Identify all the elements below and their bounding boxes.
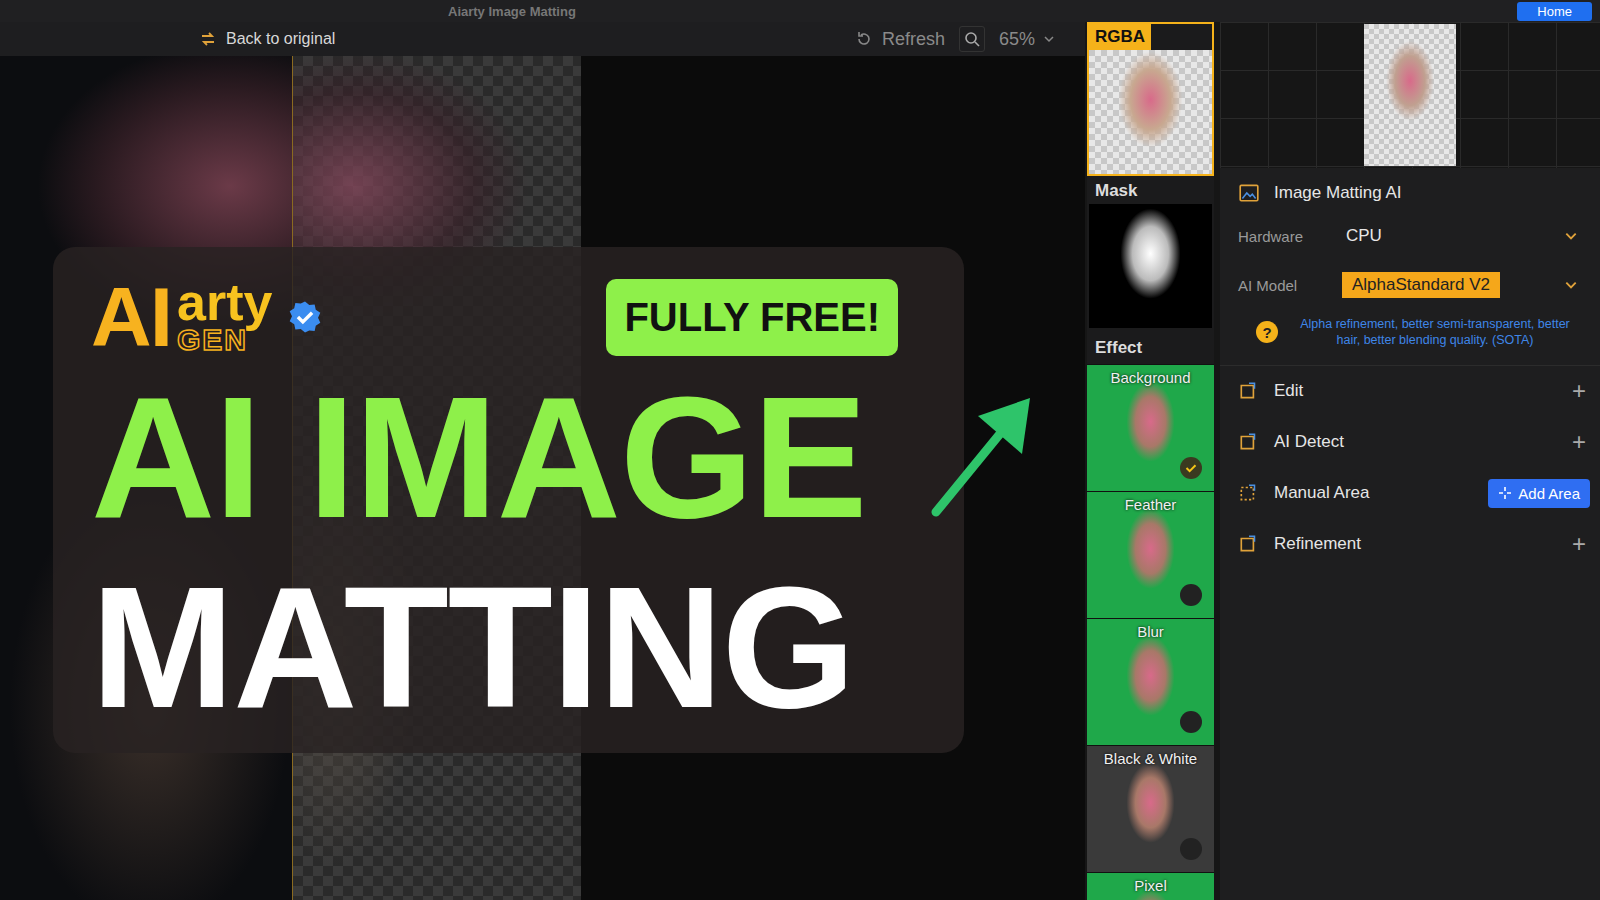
preview-image	[1364, 24, 1456, 166]
effect-item[interactable]: Black & White	[1087, 745, 1214, 872]
chevron-down-icon	[1564, 229, 1578, 243]
expand-button[interactable]: +	[1568, 530, 1590, 558]
section-icon	[1238, 482, 1260, 504]
magnifier-icon	[962, 29, 982, 49]
zoom-search-button[interactable]	[959, 26, 985, 52]
section-label: AI Detect	[1274, 432, 1554, 452]
field-label: Hardware	[1238, 228, 1324, 245]
add-area-button[interactable]: Add Area	[1488, 479, 1590, 508]
image-icon	[1238, 182, 1260, 204]
panel-section[interactable]: Manual Area Add Area	[1220, 468, 1600, 519]
back-button[interactable]: Back to original	[198, 29, 335, 49]
effect-check[interactable]	[1180, 584, 1202, 606]
effect-check[interactable]	[1180, 457, 1202, 479]
effect-item[interactable]: Pixel	[1087, 872, 1214, 900]
verified-badge-icon	[288, 300, 322, 334]
zoom-dropdown[interactable]: 65%	[999, 29, 1055, 50]
app-window: Aiarty Image Matting Home Back to origin…	[0, 0, 1600, 900]
canvas-column: Back to original Refresh 65% AI arty GEN…	[0, 22, 1085, 900]
image-canvas[interactable]: AI arty GEN FULLY FREE! AI IMAGE MATTING	[0, 56, 1085, 900]
effect-item[interactable]: Background	[1087, 364, 1214, 491]
free-badge: FULLY FREE!	[606, 279, 898, 356]
setting-field: Hardware CPU	[1220, 212, 1600, 260]
result-preview	[1220, 22, 1600, 168]
view-thumbnail[interactable]: RGBA	[1087, 22, 1214, 176]
panel-section[interactable]: AI Detect +	[1220, 417, 1600, 468]
logo: AI arty GEN	[91, 275, 322, 359]
effect-check[interactable]	[1180, 711, 1202, 733]
title-bar: Aiarty Image Matting Home	[0, 0, 1600, 22]
main-area: Back to original Refresh 65% AI arty GEN…	[0, 22, 1600, 900]
field-dropdown[interactable]: AlphaStandard V2	[1338, 264, 1582, 306]
view-label: RGBA	[1089, 24, 1151, 50]
help-icon[interactable]: ?	[1256, 321, 1278, 343]
section-label: Edit	[1274, 381, 1554, 401]
effect-item[interactable]: Feather	[1087, 491, 1214, 618]
thumbnail-image	[1089, 50, 1212, 174]
effect-label: Background	[1110, 365, 1190, 386]
crosshair-icon	[1498, 486, 1512, 500]
toolbar: Back to original Refresh 65%	[0, 22, 1085, 56]
field-dropdown[interactable]: CPU	[1338, 216, 1582, 256]
section-label: Refinement	[1274, 534, 1554, 554]
settings-panel: Image Matting AI Hardware CPU AI Model A…	[1220, 22, 1600, 900]
model-help: ? Alpha refinement, better semi-transpar…	[1220, 310, 1600, 366]
view-column: RGBA Mask Effect Background Feather Blur…	[1087, 22, 1214, 900]
section-icon	[1238, 380, 1260, 402]
expand-button[interactable]: +	[1568, 428, 1590, 456]
chevron-down-icon	[1564, 278, 1578, 292]
setting-field: AI Model AlphaStandard V2	[1220, 260, 1600, 310]
home-button[interactable]: Home	[1517, 2, 1592, 21]
section-icon	[1238, 533, 1260, 555]
refresh-button[interactable]: Refresh	[854, 29, 945, 50]
effect-title: Effect	[1087, 330, 1214, 364]
panel-section[interactable]: Edit +	[1220, 366, 1600, 417]
arrow-icon	[928, 394, 1038, 519]
effect-label: Black & White	[1104, 746, 1197, 767]
chevron-down-icon	[1043, 33, 1055, 45]
headline: MATTING	[91, 561, 934, 733]
view-label: Mask	[1089, 178, 1144, 204]
headline: AI IMAGE	[91, 371, 934, 543]
field-label: AI Model	[1238, 277, 1324, 294]
effect-label: Blur	[1137, 619, 1164, 640]
window-title: Aiarty Image Matting	[448, 4, 576, 19]
back-icon	[198, 29, 218, 49]
expand-button[interactable]: +	[1568, 377, 1590, 405]
panel-section[interactable]: Refinement +	[1220, 519, 1600, 570]
effect-item[interactable]: Blur	[1087, 618, 1214, 745]
section-label: Manual Area	[1274, 483, 1474, 503]
effect-label: Pixel	[1134, 873, 1167, 894]
section-icon	[1238, 431, 1260, 453]
panel-title: Image Matting AI	[1220, 168, 1600, 212]
promo-overlay: AI arty GEN FULLY FREE! AI IMAGE MATTING	[53, 247, 964, 753]
effect-label: Feather	[1125, 492, 1177, 513]
thumbnail-image	[1089, 204, 1212, 328]
effect-check[interactable]	[1180, 838, 1202, 860]
refresh-icon	[854, 29, 874, 49]
view-thumbnail[interactable]: Mask	[1087, 176, 1214, 330]
check-icon	[1182, 459, 1200, 477]
